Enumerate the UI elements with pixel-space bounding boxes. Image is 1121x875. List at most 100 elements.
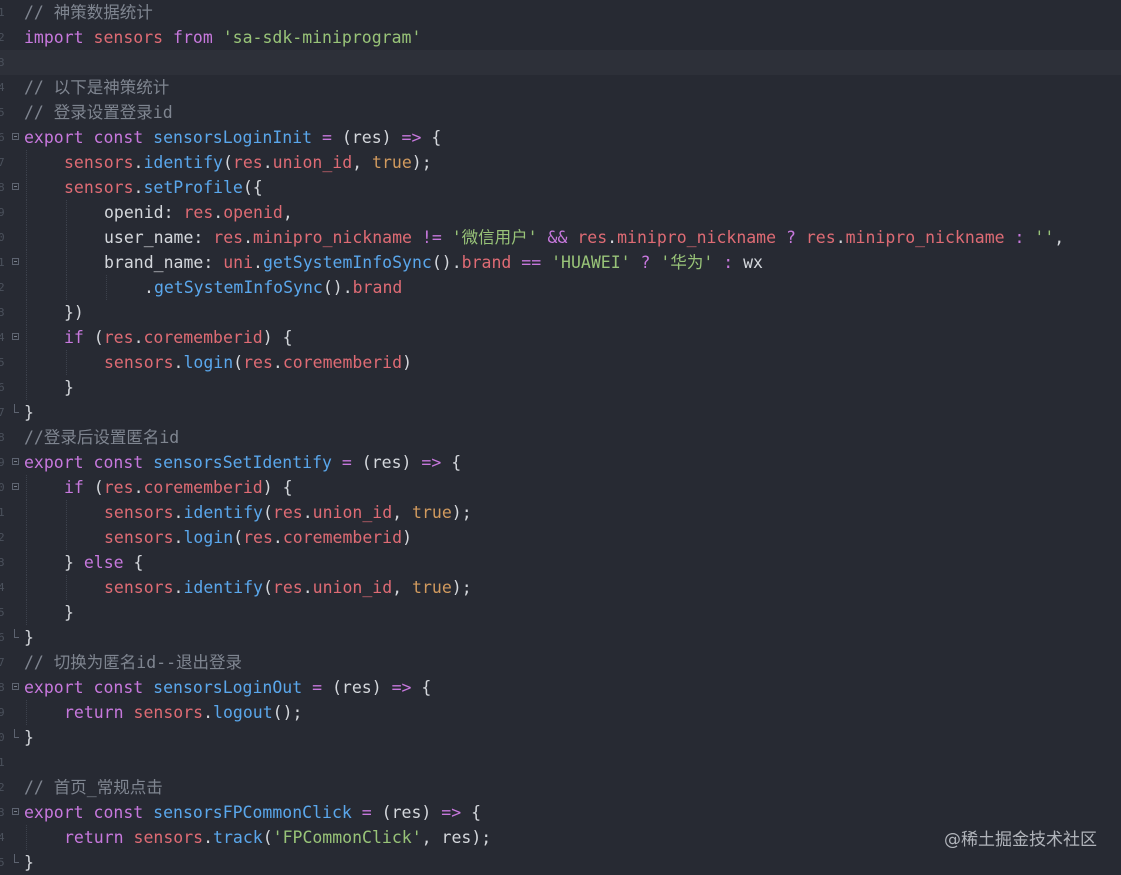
indent-guide — [26, 250, 28, 275]
fold-toggle-icon[interactable] — [12, 808, 19, 815]
code-token: } — [24, 853, 34, 872]
code-line[interactable]: 8 export const sensorsLoginOut = (res) =>… — [0, 675, 1121, 700]
code-line[interactable]: 5} — [0, 850, 1121, 875]
indent-guide — [26, 550, 28, 575]
code-line[interactable]: 1 sensors.identify(res.union_id, true); — [0, 500, 1121, 525]
code-line[interactable]: 8 sensors.setProfile({ — [0, 175, 1121, 200]
code-line[interactable]: 4 // 以下是神策统计 — [0, 75, 1121, 100]
line-number: 3 — [0, 806, 5, 819]
line-number: 0 — [0, 231, 5, 244]
code-token: //登录后设置匿名id — [24, 428, 180, 447]
code-line[interactable]: 1 // 神策数据统计 — [0, 0, 1121, 25]
code-token: identify — [183, 503, 263, 522]
fold-toggle-icon[interactable] — [12, 483, 19, 490]
code-line[interactable]: 4 sensors.identify(res.union_id, true); — [0, 575, 1121, 600]
code-token: { — [441, 453, 462, 472]
code-token: (res) — [331, 128, 402, 147]
code-line[interactable]: 1 brand_name: uni.getSystemInfoSync().bra… — [0, 250, 1121, 275]
code-token: res — [243, 528, 273, 547]
code-text: brand_name: uni.getSystemInfoSync().bran… — [104, 250, 763, 275]
code-token: identify — [183, 578, 263, 597]
code-token: uni — [223, 253, 254, 272]
indent-guide — [66, 200, 68, 225]
line-number: 3 — [0, 556, 5, 569]
line-number: 2 — [0, 31, 5, 44]
code-line[interactable]: 2 .getSystemInfoSync().brand — [0, 275, 1121, 300]
code-line[interactable]: 2 import sensors from 'sa-sdk-miniprogram… — [0, 25, 1121, 50]
code-line[interactable]: 7 // 切换为匿名id--退出登录 — [0, 650, 1121, 675]
code-token: sensors — [133, 703, 204, 722]
code-token: user_name: — [104, 228, 214, 247]
fold-toggle-icon[interactable] — [12, 133, 19, 140]
fold-toggle-icon[interactable] — [12, 458, 19, 465]
code-line[interactable]: 9 export const sensorsSetIdentify = (res)… — [0, 450, 1121, 475]
code-token: . — [302, 578, 313, 597]
fold-toggle-icon[interactable] — [12, 183, 19, 190]
code-token: minipro_nickname — [253, 228, 412, 247]
code-line[interactable]: 3}) — [0, 300, 1121, 325]
indent-guide — [26, 225, 28, 250]
code-line[interactable]: 5 // 登录设置登录id — [0, 100, 1121, 125]
code-token: . — [607, 228, 618, 247]
code-token: . — [173, 503, 184, 522]
code-token: login — [183, 353, 234, 372]
code-line[interactable]: 6 export const sensorsLoginInit = (res) =… — [0, 125, 1121, 150]
indent-guide — [26, 275, 28, 300]
code-line[interactable]: 4 if (res.corememberid) { — [0, 325, 1121, 350]
code-line[interactable]: 7} — [0, 400, 1121, 425]
code-line[interactable]: 6} — [0, 375, 1121, 400]
code-token: . — [203, 703, 214, 722]
code-token: import — [24, 28, 84, 47]
code-token: res — [805, 228, 836, 247]
code-token: ( — [83, 478, 104, 497]
code-line[interactable]: 3 export const sensorsFPCommonClick = (re… — [0, 800, 1121, 825]
code-token: sensors — [104, 503, 174, 522]
code-line[interactable]: 6} — [0, 625, 1121, 650]
code-text: // 神策数据统计 — [24, 0, 153, 25]
code-token: = — [341, 453, 352, 472]
code-line[interactable]: 7 sensors.identify(res.union_id, true); — [0, 150, 1121, 175]
code-line[interactable]: 2 sensors.login(res.corememberid) — [0, 525, 1121, 550]
fold-toggle-icon[interactable] — [12, 683, 19, 690]
code-line[interactable]: 0} — [0, 725, 1121, 750]
code-token: union_id — [312, 578, 393, 597]
code-line[interactable]: 9 return sensors.logout(); — [0, 700, 1121, 725]
code-token: // 以下是神策统计 — [24, 78, 170, 97]
code-token: brand — [352, 278, 403, 297]
code-token: track — [213, 828, 263, 847]
code-token: res — [272, 503, 303, 522]
indent-guide — [26, 300, 28, 325]
code-line[interactable]: 9 openid: res.openid, — [0, 200, 1121, 225]
code-token: => — [401, 128, 422, 147]
code-token: ({ — [242, 178, 263, 197]
code-line[interactable]: 3} else { — [0, 550, 1121, 575]
code-token: ) { — [262, 328, 293, 347]
code-token: if — [64, 328, 84, 347]
code-line[interactable]: 2 // 首页_常规点击 — [0, 775, 1121, 800]
code-editor[interactable]: 1 // 神策数据统计 2 import sensors from 'sa-sdk-m… — [0, 0, 1121, 873]
code-token: // 登录设置登录id — [24, 103, 173, 122]
fold-toggle-icon[interactable] — [12, 333, 19, 340]
code-line[interactable]: 5} — [0, 600, 1121, 625]
code-line[interactable]: 1 — [0, 750, 1121, 775]
code-line[interactable]: 8 //登录后设置匿名id — [0, 425, 1121, 450]
code-line[interactable]: 0 if (res.corememberid) { — [0, 475, 1121, 500]
line-number: 7 — [0, 406, 5, 419]
code-token: . — [173, 353, 184, 372]
code-token: res — [183, 203, 214, 222]
code-token: . — [173, 528, 184, 547]
indent-guide — [66, 500, 68, 525]
code-line[interactable]: 3 — [0, 50, 1121, 75]
code-token: const — [93, 128, 144, 147]
indent-guide — [26, 700, 28, 725]
line-number: 0 — [0, 731, 5, 744]
code-line[interactable]: 0 user_name: res.minipro_nickname != '微信用… — [0, 225, 1121, 250]
code-line[interactable]: 5 sensors.login(res.corememberid) — [0, 350, 1121, 375]
fold-toggle-icon[interactable] — [12, 258, 19, 265]
